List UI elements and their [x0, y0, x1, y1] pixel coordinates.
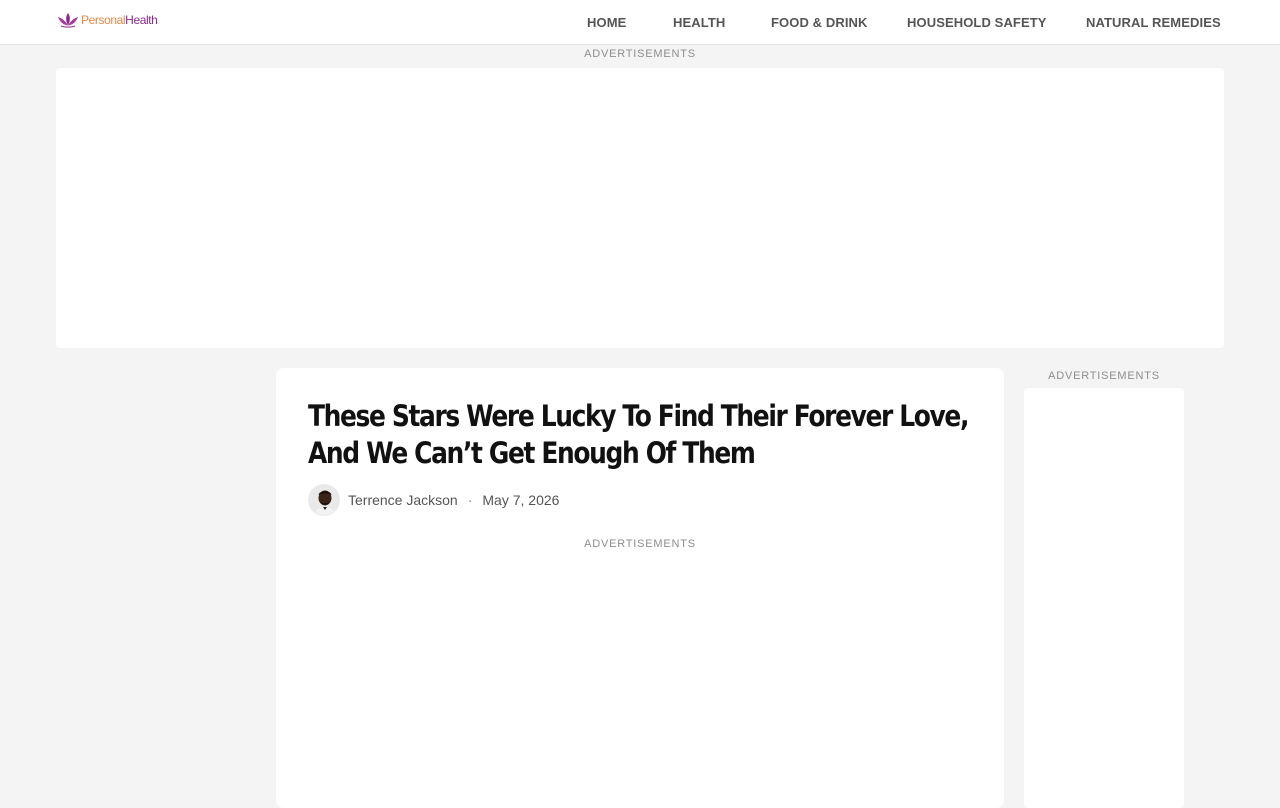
top-ad-label: ADVERTISEMENTS — [584, 48, 696, 60]
byline-separator: · — [467, 492, 473, 508]
article-title: These Stars Were Lucky To Find Their For… — [308, 399, 969, 470]
article-card: These Stars Were Lucky To Find Their For… — [276, 368, 1004, 808]
top-ad-slot[interactable] — [56, 68, 1224, 348]
author-photo — [309, 485, 339, 515]
nav-item-health[interactable]: HEALTH — [673, 15, 725, 30]
site-header: PersonalHealth HOME HEALTH FOOD & DRINK … — [0, 0, 1280, 45]
logo-text-personal: Personal — [81, 13, 126, 27]
lotus-icon — [58, 13, 78, 28]
logo-text: PersonalHealth — [81, 13, 158, 27]
nav-item-food-drink[interactable]: FOOD & DRINK — [771, 15, 868, 30]
publish-date: May 7, 2026 — [482, 492, 560, 508]
nav-item-household-safety[interactable]: HOUSEHOLD SAFETY — [907, 15, 1047, 30]
in-article-ad-label: ADVERTISEMENTS — [584, 538, 696, 550]
nav-item-home[interactable]: HOME — [587, 15, 626, 30]
logo-text-health: Health — [125, 13, 158, 27]
sidebar-ad-slot[interactable] — [1024, 388, 1184, 808]
author-name[interactable]: Terrence Jackson — [348, 492, 458, 508]
site-logo[interactable]: PersonalHealth — [57, 11, 158, 29]
byline: Terrence Jackson · May 7, 2026 — [308, 484, 559, 516]
nav-item-natural-remedies[interactable]: NATURAL REMEDIES — [1086, 15, 1221, 30]
sidebar-ad-label: ADVERTISEMENTS — [1048, 370, 1160, 382]
author-avatar[interactable] — [308, 484, 340, 516]
